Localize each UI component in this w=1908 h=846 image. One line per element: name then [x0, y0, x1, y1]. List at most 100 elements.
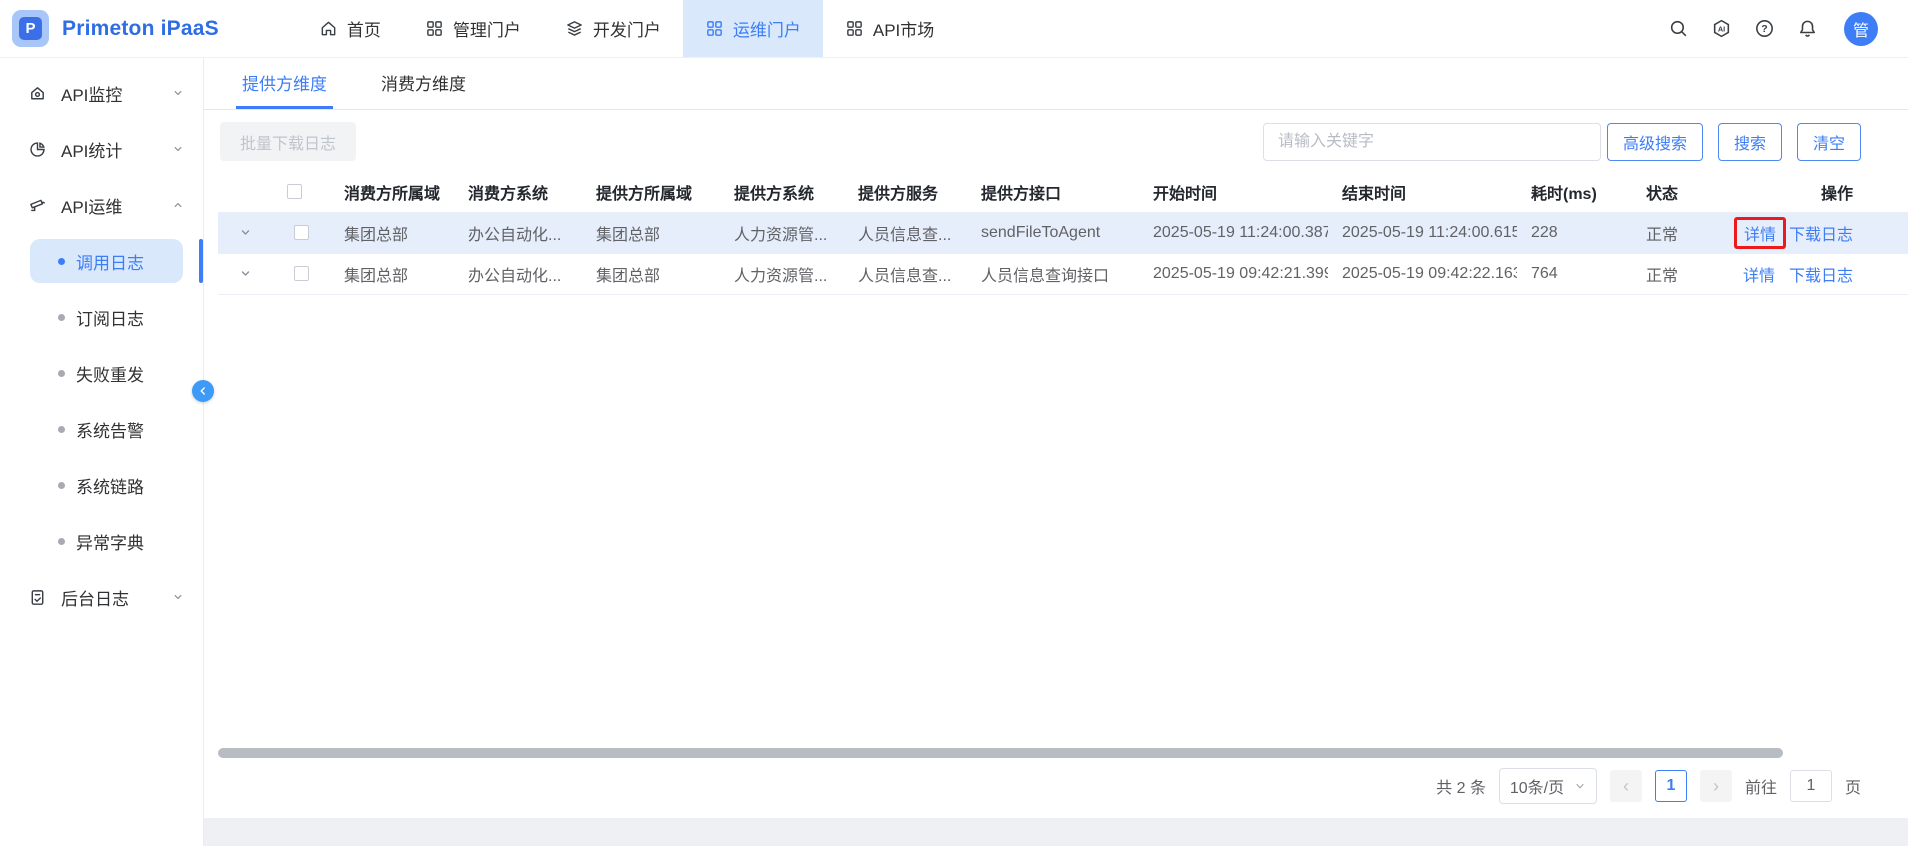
tab-consumer-dimension[interactable]: 消费方维度 — [375, 58, 472, 109]
column-header: 开始时间 — [1139, 172, 1328, 212]
sidebar-item-api-stats[interactable]: API统计 — [0, 121, 203, 177]
sidebar-item-label: API监控 — [61, 81, 122, 106]
bullet-dot — [58, 538, 65, 545]
table-row[interactable]: 集团总部 办公自动化... 集团总部 人力资源管... 人员信息查... sen… — [218, 212, 1908, 253]
cell-start-time: 2025-05-19 09:42:21.399 — [1139, 253, 1328, 294]
row-checkbox[interactable] — [294, 266, 309, 281]
sidebar-item-api-ops[interactable]: API运维 — [0, 177, 203, 233]
next-page-button[interactable]: › — [1700, 770, 1732, 802]
column-header: 消费方所属域 — [330, 172, 454, 212]
cell-provider-service: 人员信息查... — [844, 253, 967, 294]
chevron-down-icon — [171, 142, 185, 156]
layers-icon — [565, 19, 584, 38]
empty-area — [204, 295, 1908, 749]
sidebar-item-failed-resend[interactable]: 失败重发 — [0, 345, 203, 401]
search-icon[interactable] — [1666, 17, 1690, 41]
keyword-search-input[interactable] — [1263, 123, 1601, 161]
nav-item-api-market[interactable]: API市场 — [823, 0, 956, 57]
status-badge: 正常 — [1632, 253, 1717, 294]
pagination: 共 2 条 10条/页 ‹ 1 › 前往 页 — [204, 768, 1908, 818]
nav-item-home[interactable]: 首页 — [297, 0, 403, 57]
svg-text:?: ? — [1761, 23, 1767, 35]
column-header: 消费方系统 — [454, 172, 582, 212]
nav-item-ops-portal[interactable]: 运维门户 — [683, 0, 823, 57]
horizontal-scrollbar[interactable] — [218, 748, 1783, 758]
dimension-tabs: 提供方维度 消费方维度 — [204, 58, 1908, 110]
page-number-1[interactable]: 1 — [1655, 770, 1687, 802]
page-size-select[interactable]: 10条/页 — [1499, 768, 1597, 804]
active-item-indicator — [199, 239, 203, 283]
column-header: 状态 — [1632, 172, 1717, 212]
download-log-link[interactable]: 下载日志 — [1789, 268, 1853, 285]
column-header: 提供方系统 — [720, 172, 844, 212]
bullet-dot — [58, 482, 65, 489]
sidebar-item-system-alerts[interactable]: 系统告警 — [0, 401, 203, 457]
sidebar-item-api-monitor[interactable]: API监控 — [0, 65, 203, 121]
select-all-checkbox[interactable] — [287, 184, 302, 199]
sidebar-item-subscription-logs[interactable]: 订阅日志 — [0, 289, 203, 345]
row-checkbox[interactable] — [294, 225, 309, 240]
cell-provider-interface: 人员信息查询接口 — [967, 253, 1139, 294]
sidebar-item-system-links[interactable]: 系统链路 — [0, 457, 203, 513]
column-header-operation: 操作 — [1717, 172, 1908, 212]
cell-provider-system: 人力资源管... — [720, 253, 844, 294]
nav-item-admin-portal[interactable]: 管理门户 — [403, 0, 543, 57]
cell-duration: 228 — [1517, 212, 1632, 253]
sidebar-item-exception-dict[interactable]: 异常字典 — [0, 513, 203, 569]
detail-link[interactable]: 详情 — [1743, 268, 1775, 285]
clear-button[interactable]: 清空 — [1797, 123, 1861, 161]
notifications-icon[interactable] — [1795, 17, 1819, 41]
page-background — [204, 818, 1908, 846]
sidebar: API监控 API统计 API运维 调用日志 订阅日志 — [0, 58, 204, 846]
topbar-actions: AI ? 管 — [1666, 12, 1878, 46]
page-size-value: 10条/页 — [1510, 774, 1564, 798]
sidebar-subitem-label: 订阅日志 — [76, 305, 144, 330]
top-nav: 首页 管理门户 开发门户 运维门户 API市场 — [297, 0, 956, 57]
sidebar-collapse-button[interactable] — [192, 380, 214, 402]
main-panel: 提供方维度 消费方维度 批量下载日志 高级搜索 搜索 清空 — [204, 58, 1908, 818]
cell-consumer-system: 办公自动化... — [454, 253, 582, 294]
help-icon[interactable]: ? — [1752, 17, 1776, 41]
column-header: 提供方所属域 — [582, 172, 720, 212]
brand-name: Primeton iPaaS — [62, 17, 219, 41]
ai-assistant-icon[interactable]: AI — [1709, 17, 1733, 41]
sidebar-item-backend-logs[interactable]: 后台日志 — [0, 569, 203, 625]
nav-item-label: 首页 — [347, 16, 381, 41]
chevron-down-icon — [171, 86, 185, 100]
prev-page-button[interactable]: ‹ — [1610, 770, 1642, 802]
download-log-link[interactable]: 下载日志 — [1789, 227, 1853, 244]
column-header: 提供方接口 — [967, 172, 1139, 212]
cell-provider-domain: 集团总部 — [582, 212, 720, 253]
sidebar-item-call-logs[interactable]: 调用日志 — [0, 233, 203, 289]
search-button[interactable]: 搜索 — [1718, 123, 1782, 161]
log-table: 消费方所属域 消费方系统 提供方所属域 提供方系统 提供方服务 提供方接口 开始… — [218, 172, 1908, 295]
user-avatar[interactable]: 管 — [1844, 12, 1878, 46]
select-all-header — [273, 172, 330, 212]
total-count-label: 共 2 条 — [1436, 774, 1486, 798]
brand-logo: P Primeton iPaaS — [12, 10, 219, 47]
nav-item-label: 管理门户 — [453, 16, 521, 41]
detail-link[interactable]: 详情 — [1744, 227, 1776, 244]
home-icon — [319, 19, 338, 38]
annotation-red-box: 详情 — [1734, 217, 1786, 249]
expand-column-header — [218, 172, 273, 212]
apps-icon — [705, 19, 724, 38]
camera-icon — [28, 196, 47, 215]
top-bar: P Primeton iPaaS 首页 管理门户 开发门户 运维门户 API市场 — [0, 0, 1908, 58]
tab-provider-dimension[interactable]: 提供方维度 — [236, 58, 333, 109]
sidebar-subitem-label: 失败重发 — [76, 361, 144, 386]
table-header-row: 消费方所属域 消费方系统 提供方所属域 提供方系统 提供方服务 提供方接口 开始… — [218, 172, 1908, 212]
apps-icon — [845, 19, 864, 38]
row-expand-icon[interactable] — [238, 266, 253, 281]
goto-page-input[interactable] — [1790, 770, 1832, 802]
cell-consumer-domain: 集团总部 — [330, 212, 454, 253]
cell-provider-domain: 集团总部 — [582, 253, 720, 294]
goto-label: 前往 — [1745, 774, 1777, 798]
nav-item-dev-portal[interactable]: 开发门户 — [543, 0, 683, 57]
row-expand-icon[interactable] — [238, 225, 253, 240]
monitor-icon — [28, 84, 47, 103]
table-row[interactable]: 集团总部 办公自动化... 集团总部 人力资源管... 人员信息查... 人员信… — [218, 253, 1908, 294]
advanced-search-button[interactable]: 高级搜索 — [1607, 123, 1703, 161]
batch-download-button[interactable]: 批量下载日志 — [220, 122, 356, 161]
sidebar-subitem-label: 系统告警 — [76, 417, 144, 442]
